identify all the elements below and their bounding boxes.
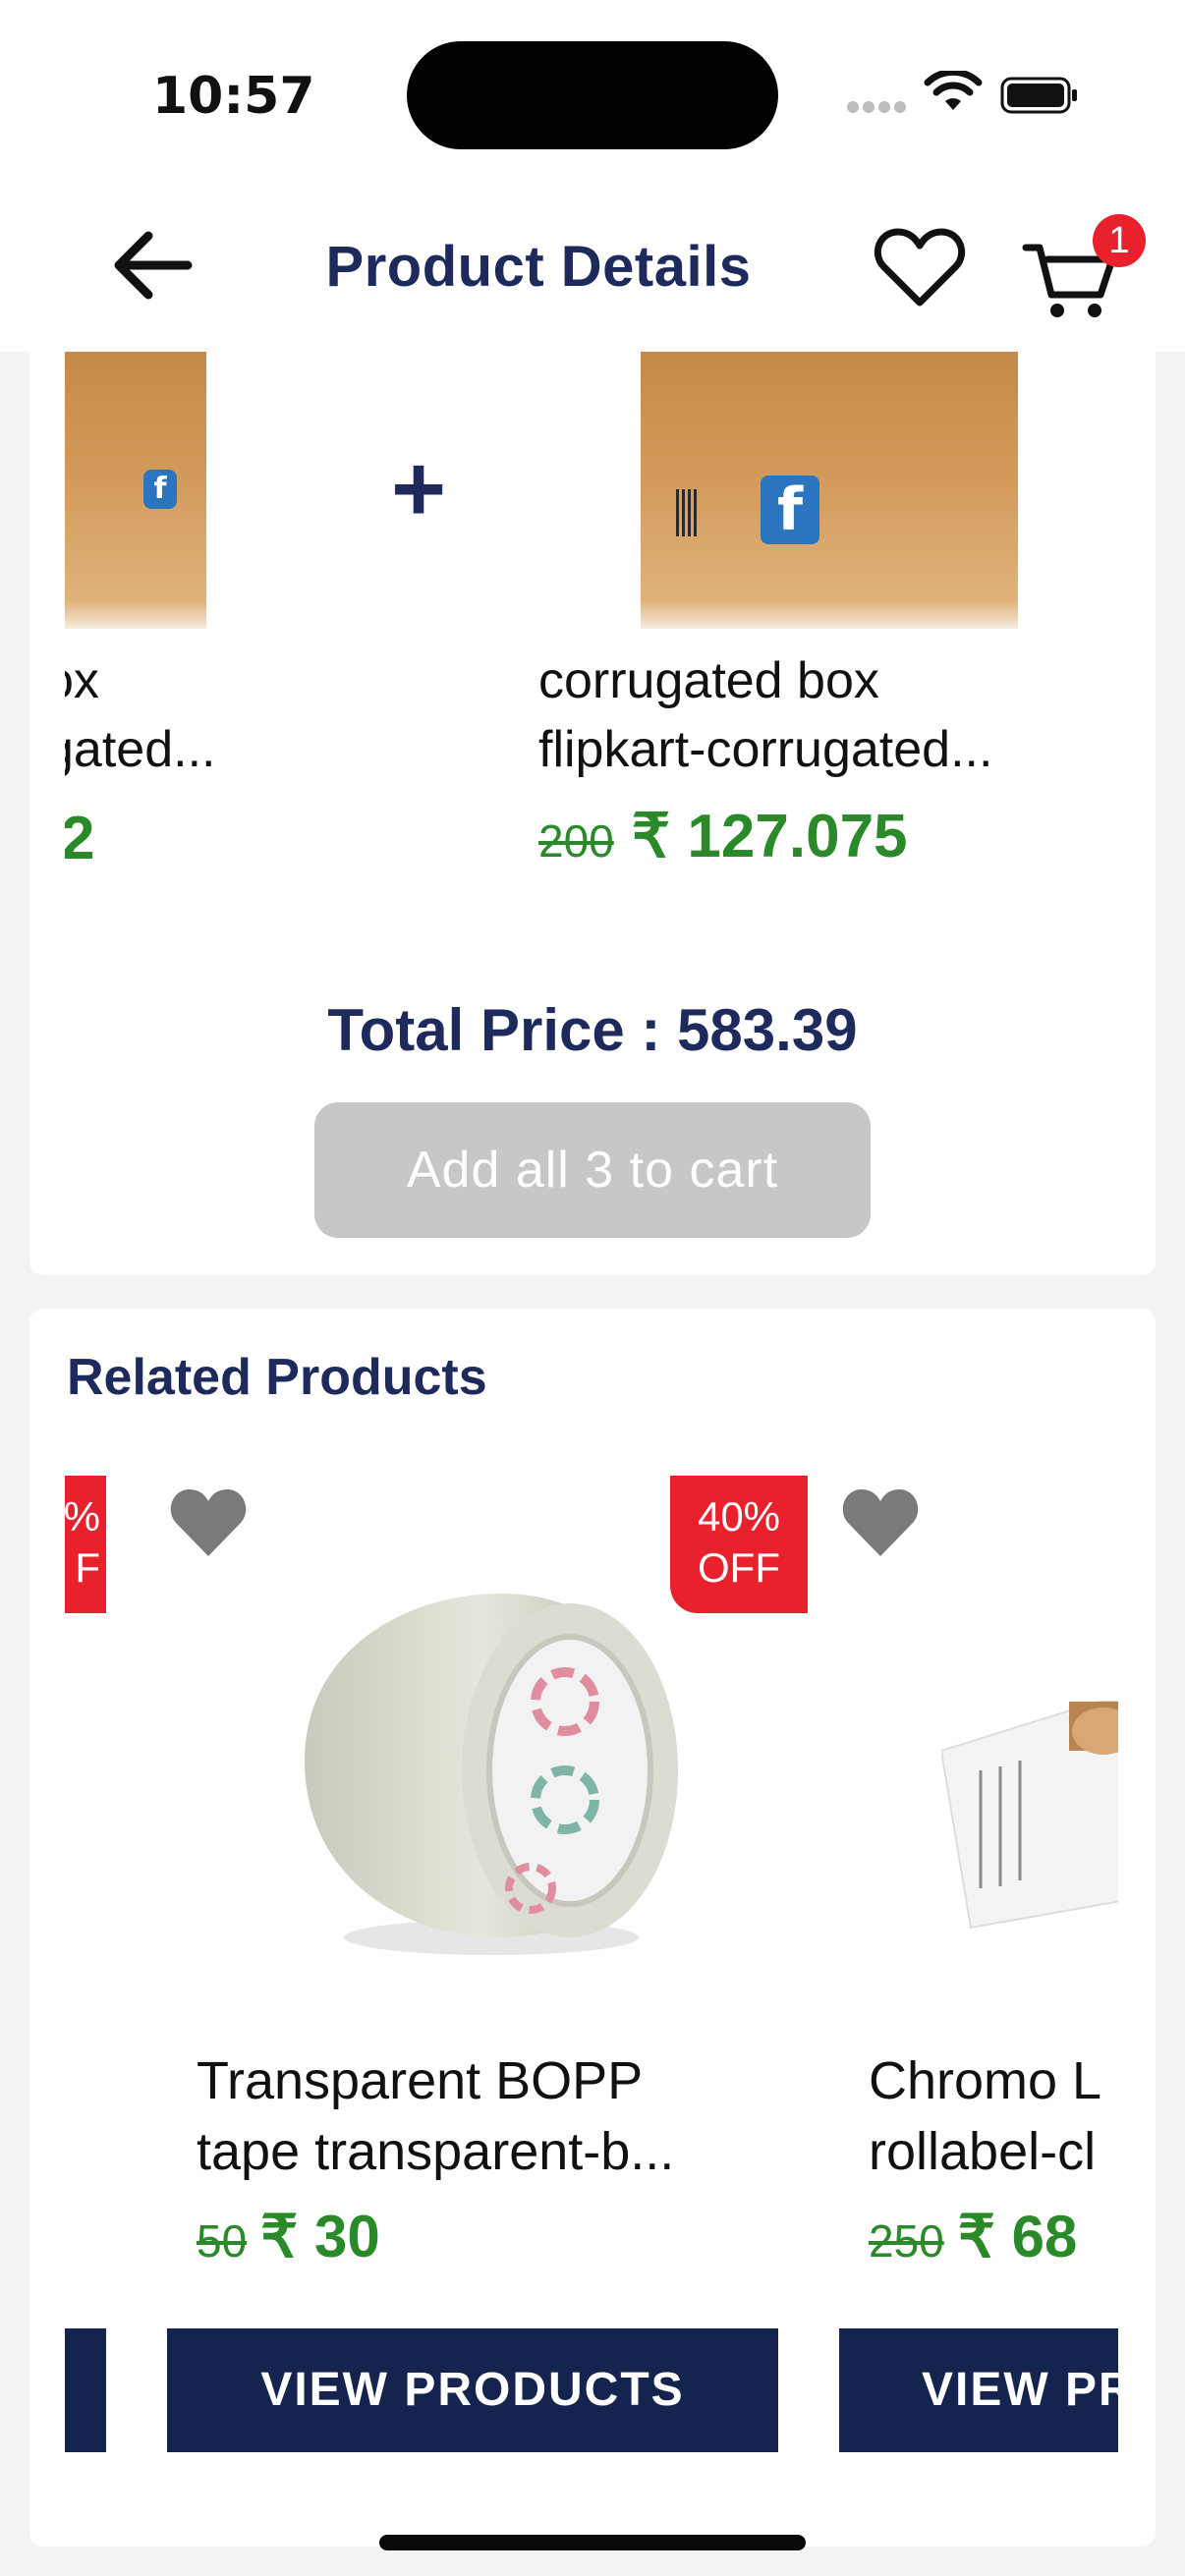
product-name[interactable]: Transparent BOPP tape transparent-b... <box>197 2045 674 2187</box>
bundle-item-image[interactable]: f <box>641 352 1018 629</box>
bundle-item-price: 2 <box>65 805 95 872</box>
section-title: Related Products <box>67 1349 487 1406</box>
product-price: 50 ₹ 30 <box>197 2203 380 2271</box>
cart-button[interactable]: 1 <box>1022 214 1146 317</box>
status-bar: 10:57 <box>0 0 1185 177</box>
wishlist-heart-icon[interactable] <box>167 1485 250 1560</box>
page-title: Product Details <box>325 235 752 299</box>
flipkart-logo-icon: f <box>761 476 819 544</box>
wishlist-heart-icon[interactable] <box>839 1485 922 1560</box>
original-price: 250 <box>869 2215 944 2267</box>
barcode-icon <box>676 489 700 536</box>
view-products-button[interactable]: VIEW PR <box>839 2328 1118 2452</box>
related-products-section: Related Products % F 40% OFF Transparent… <box>29 1309 1156 2547</box>
product-details-screen: 10:57 Product Details 1 f + f x ated... … <box>0 0 1185 2576</box>
cellular-signal-icon <box>847 100 910 114</box>
bundle-item-image[interactable]: f <box>65 352 206 629</box>
sale-price: ₹ 127.075 <box>631 803 908 870</box>
bundle-card: f + f ox gated... 2 corrugated box flipk… <box>29 352 1156 1275</box>
related-products-carousel[interactable]: % F 40% OFF Transparent BOPP tape transp… <box>65 1476 1118 2468</box>
bundle-item-name[interactable]: ox gated... <box>65 646 215 784</box>
flipkart-logo-icon: f <box>143 470 177 509</box>
app-header: Product Details 1 <box>0 177 1185 352</box>
label-roll-image[interactable] <box>941 1574 1118 1977</box>
product-card[interactable]: % F <box>65 1476 106 2468</box>
add-all-to-cart-button[interactable]: Add all 3 to cart <box>314 1102 871 1238</box>
plus-icon: + <box>390 436 447 541</box>
wifi-icon <box>924 71 983 110</box>
discount-badge: % F <box>65 1476 106 1613</box>
product-card[interactable]: 40% OFF Transparent BOPP tape transparen… <box>167 1476 808 2468</box>
bundle-item-price: 200 ₹ 127.075 <box>538 800 908 871</box>
sale-price: ₹ 68 <box>957 2204 1078 2269</box>
dynamic-island <box>407 41 778 149</box>
wishlist-button[interactable] <box>869 218 971 316</box>
product-price: 250 ₹ 68 <box>869 2203 1077 2271</box>
battery-icon <box>1000 77 1077 114</box>
sale-price: ₹ 30 <box>260 2204 380 2269</box>
original-price: 200 <box>538 815 614 867</box>
view-products-button[interactable]: VIEW PRODUCTS <box>167 2328 778 2452</box>
product-name[interactable]: Chromo L rollabel-cl <box>869 2045 1101 2187</box>
home-indicator[interactable] <box>379 2535 806 2550</box>
total-price: Total Price : 583.39 <box>327 997 858 1063</box>
status-time: 10:57 <box>152 67 315 126</box>
heart-outline-icon <box>874 228 966 307</box>
bundle-carousel[interactable]: f + f ox gated... 2 corrugated box flipk… <box>65 352 1120 882</box>
original-price: 50 <box>197 2215 248 2267</box>
bundle-item-name[interactable]: corrugated box flipkart-corrugated... <box>538 646 992 784</box>
cart-count-badge: 1 <box>1093 214 1146 267</box>
tape-roll-image[interactable] <box>285 1574 698 1977</box>
view-products-button[interactable] <box>65 2328 106 2452</box>
product-card[interactable]: Chromo L rollabel-cl 250 ₹ 68 VIEW PR <box>839 1476 1118 2468</box>
